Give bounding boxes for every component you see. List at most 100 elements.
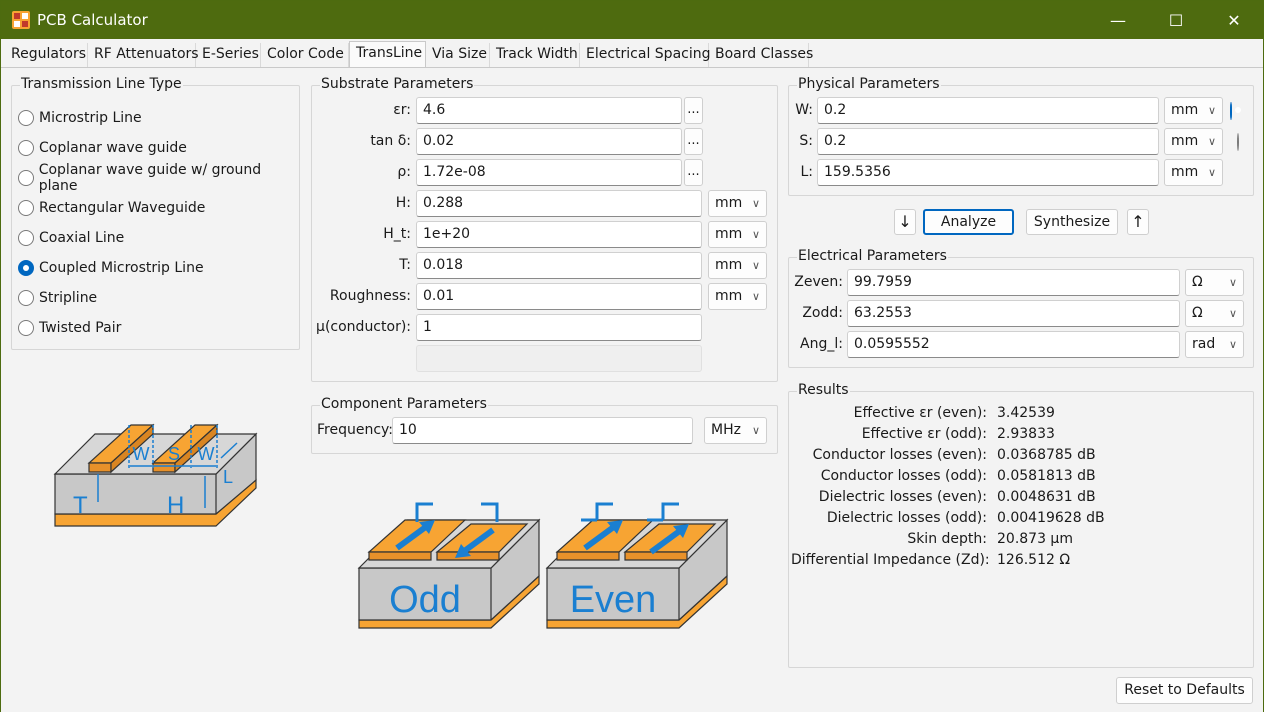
mu-label: μ(conductor): [316, 319, 411, 335]
arrow-up-icon: ↑ [1131, 212, 1145, 231]
close-icon: ✕ [1227, 10, 1241, 30]
chevron-down-icon: ∨ [1207, 166, 1216, 179]
tand-label: tan δ: [370, 133, 411, 149]
radio-label: Stripline [39, 290, 98, 306]
line-type-title: Transmission Line Type [20, 76, 183, 92]
er-browse-button[interactable]: ... [684, 97, 703, 124]
h-field[interactable]: 0.288 [416, 190, 702, 217]
radio-button[interactable] [18, 320, 34, 336]
w-field[interactable]: 0.2 [817, 97, 1159, 124]
radio-button[interactable] [18, 140, 34, 156]
tab-rf-attenuators[interactable]: RF Attenuators [88, 43, 199, 67]
frequency-field[interactable]: 10 [392, 417, 693, 444]
t-field[interactable]: 0.018 [416, 252, 702, 279]
close-button[interactable]: ✕ [1205, 1, 1263, 39]
ht-field[interactable]: 1e+20 [416, 221, 702, 248]
tab-track-width[interactable]: Track Width [490, 43, 580, 67]
tab-transline[interactable]: TransLine [349, 41, 426, 68]
result-value: 0.0581813 dB [997, 468, 1096, 484]
tab-bar: Regulators RF Attenuators E-Series Color… [1, 39, 1263, 68]
tab-board-classes[interactable]: Board Classes [709, 43, 813, 67]
radio-stripline[interactable]: Stripline [18, 288, 97, 308]
dim-l: L [223, 467, 233, 487]
tab-color-code[interactable]: Color Code [261, 43, 349, 67]
radio-button[interactable] [18, 170, 34, 186]
angl-unit-select[interactable]: rad ∨ [1185, 331, 1244, 358]
frequency-unit-select[interactable]: MHz ∨ [704, 417, 767, 444]
er-field[interactable]: 4.6 [416, 97, 682, 124]
radio-rect-waveguide[interactable]: Rectangular Waveguide [18, 198, 205, 218]
tab-regulators[interactable]: Regulators [5, 43, 88, 67]
s-unit-select[interactable]: mm ∨ [1164, 128, 1223, 155]
w-synthesize-radio[interactable] [1230, 102, 1232, 120]
synthesize-arrow-button[interactable]: ↑ [1127, 209, 1149, 235]
tab-electrical-spacing[interactable]: Electrical Spacing [580, 43, 711, 67]
er-label: εr: [393, 102, 411, 118]
radio-coplanar[interactable]: Coplanar wave guide [18, 138, 187, 158]
result-label: Conductor losses (odd): [820, 468, 987, 484]
radio-coaxial[interactable]: Coaxial Line [18, 228, 124, 248]
ht-unit-select[interactable]: mm ∨ [708, 221, 767, 248]
tab-via-size[interactable]: Via Size [426, 43, 490, 67]
transline-panel: Transmission Line Type Microstrip Line C… [1, 67, 1263, 712]
angl-label: Ang_l: [800, 336, 843, 352]
chevron-down-icon: ∨ [751, 259, 760, 272]
w-unit-select[interactable]: mm ∨ [1164, 97, 1223, 124]
zodd-field[interactable]: 63.2553 [847, 300, 1180, 327]
dim-h: H [167, 492, 184, 519]
ht-unit-value: mm [715, 226, 743, 242]
zodd-unit-select[interactable]: Ω ∨ [1185, 300, 1244, 327]
reset-to-defaults-button[interactable]: Reset to Defaults [1116, 677, 1253, 704]
radio-button[interactable] [18, 200, 34, 216]
roughness-field[interactable]: 0.01 [416, 283, 702, 310]
radio-button[interactable] [18, 110, 34, 126]
result-value: 3.42539 [997, 405, 1055, 421]
mu-field[interactable]: 1 [416, 314, 702, 341]
t-unit-value: mm [715, 257, 743, 273]
result-value: 0.00419628 dB [997, 510, 1105, 526]
even-mode-label: Even [570, 579, 657, 621]
radio-coplanar-ground[interactable]: Coplanar wave guide w/ ground plane [18, 162, 299, 194]
maximize-button[interactable]: ☐ [1147, 1, 1205, 39]
radio-twisted-pair[interactable]: Twisted Pair [18, 318, 121, 338]
result-label: Differential Impedance (Zd): [791, 552, 990, 568]
radio-button[interactable] [18, 290, 34, 306]
radio-button[interactable] [18, 230, 34, 246]
zeven-unit-select[interactable]: Ω ∨ [1185, 269, 1244, 296]
radio-button-selected[interactable] [18, 260, 34, 276]
line-type-group: Transmission Line Type Microstrip Line C… [11, 76, 300, 350]
radio-microstrip[interactable]: Microstrip Line [18, 108, 142, 128]
tand-field[interactable]: 0.02 [416, 128, 682, 155]
l-field[interactable]: 159.5356 [817, 159, 1159, 186]
zeven-field[interactable]: 99.7959 [847, 269, 1180, 296]
w-label: W: [795, 102, 813, 118]
zeven-unit-value: Ω [1192, 274, 1203, 290]
tand-browse-button[interactable]: ... [684, 128, 703, 155]
rho-browse-button[interactable]: ... [684, 159, 703, 186]
rho-field[interactable]: 1.72e-08 [416, 159, 682, 186]
h-unit-select[interactable]: mm ∨ [708, 190, 767, 217]
arrow-down-icon: ↓ [898, 212, 912, 231]
title-bar: PCB Calculator — ☐ ✕ [1, 1, 1263, 39]
result-value: 126.512 Ω [997, 552, 1071, 568]
dim-t: T [73, 492, 88, 519]
result-value: 0.0048631 dB [997, 489, 1096, 505]
analyze-arrow-button[interactable]: ↓ [894, 209, 916, 235]
maximize-icon: ☐ [1168, 10, 1184, 30]
result-label: Dielectric losses (even): [818, 489, 987, 505]
l-unit-select[interactable]: mm ∨ [1164, 159, 1223, 186]
minimize-button[interactable]: — [1089, 1, 1147, 39]
result-label: Skin depth: [907, 531, 987, 547]
analyze-button[interactable]: Analyze [923, 209, 1014, 235]
angl-field[interactable]: 0.0595552 [847, 331, 1180, 358]
s-synthesize-radio[interactable] [1237, 133, 1239, 151]
radio-coupled-microstrip[interactable]: Coupled Microstrip Line [18, 258, 204, 278]
t-label: T: [399, 257, 411, 273]
synthesize-button[interactable]: Synthesize [1026, 209, 1118, 235]
s-field[interactable]: 0.2 [817, 128, 1159, 155]
tab-e-series[interactable]: E-Series [196, 43, 261, 67]
frequency-unit-value: MHz [711, 422, 741, 438]
roughness-unit-select[interactable]: mm ∨ [708, 283, 767, 310]
t-unit-select[interactable]: mm ∨ [708, 252, 767, 279]
radio-label: Twisted Pair [39, 320, 122, 336]
